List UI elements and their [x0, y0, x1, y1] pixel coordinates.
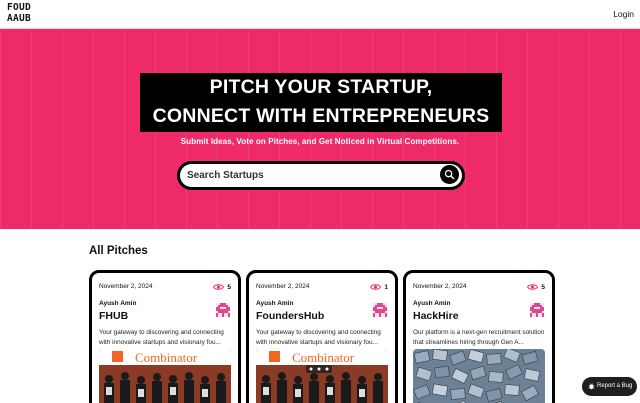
report-bug-button[interactable]: Report a Bug	[582, 377, 637, 396]
hero-title: PITCH YOUR STARTUP, CONNECT WITH ENTREPR…	[140, 73, 502, 159]
pitch-card[interactable]: November 2, 2024 5 Ayush Amin HackHire O…	[403, 270, 555, 403]
top-navbar: FOUD AAUB Login	[0, 0, 640, 29]
pixel-avatar-icon[interactable]	[373, 303, 387, 317]
card-date: November 2, 2024	[413, 283, 467, 290]
card-description: Your gateway to discovering and connecti…	[99, 329, 224, 346]
report-bug-label: Report a Bug	[597, 383, 633, 389]
hero-subtitle: Submit Ideas, Vote on Pitches, and Get N…	[180, 137, 460, 146]
card-author[interactable]: Ayush Amin	[413, 300, 450, 307]
card-title[interactable]: FoundersHub	[256, 310, 324, 322]
pixel-avatar-icon[interactable]	[216, 303, 230, 317]
card-author[interactable]: Ayush Amin	[256, 300, 293, 307]
search-input[interactable]	[187, 167, 427, 184]
hero-title-line-2: CONNECT WITH ENTREPRENEURS	[140, 101, 502, 132]
card-author[interactable]: Ayush Amin	[99, 300, 136, 307]
login-link[interactable]: Login	[613, 9, 634, 19]
search-button[interactable]	[440, 165, 459, 184]
pixel-avatar-icon[interactable]	[530, 303, 544, 317]
views-count: 5	[541, 283, 545, 291]
pitch-card[interactable]: November 2, 2024 1 Ayush Amin FoundersHu…	[246, 270, 398, 403]
eye-icon	[213, 284, 225, 290]
pitch-image[interactable]: Combinator	[99, 349, 231, 403]
card-description: Your gateway to discovering and connecti…	[256, 329, 381, 346]
card-title[interactable]: FHUB	[99, 310, 128, 322]
card-date: November 2, 2024	[256, 283, 310, 290]
image-banner-text: Combinator	[135, 350, 198, 365]
views-count: 5	[227, 283, 231, 291]
eye-icon	[370, 284, 382, 290]
pitch-card[interactable]: November 2, 2024 5 Ayush Amin FHUB Your …	[89, 270, 241, 403]
card-description: Our platform is a next-gen recruitment s…	[413, 329, 545, 346]
card-views: 5	[213, 282, 231, 292]
search-bar	[177, 161, 465, 190]
eye-icon	[527, 284, 539, 290]
card-views: 1	[370, 282, 388, 292]
card-date: November 2, 2024	[99, 283, 153, 290]
logo-line-2: AAUB	[7, 12, 32, 24]
bug-icon	[588, 383, 595, 390]
card-views: 5	[527, 282, 545, 292]
pitch-image[interactable]: Combinator	[256, 349, 388, 403]
image-banner-text: Combinator	[292, 350, 355, 365]
search-icon	[444, 169, 455, 180]
pitch-image[interactable]	[413, 349, 545, 403]
card-title[interactable]: HackHire	[413, 310, 459, 322]
section-title: All Pitches	[89, 245, 148, 257]
hero-banner: PITCH YOUR STARTUP, CONNECT WITH ENTREPR…	[0, 29, 640, 229]
views-count: 1	[384, 283, 388, 291]
hero-title-line-1: PITCH YOUR STARTUP,	[140, 73, 502, 102]
site-logo[interactable]: FOUD AAUB	[7, 2, 34, 26]
